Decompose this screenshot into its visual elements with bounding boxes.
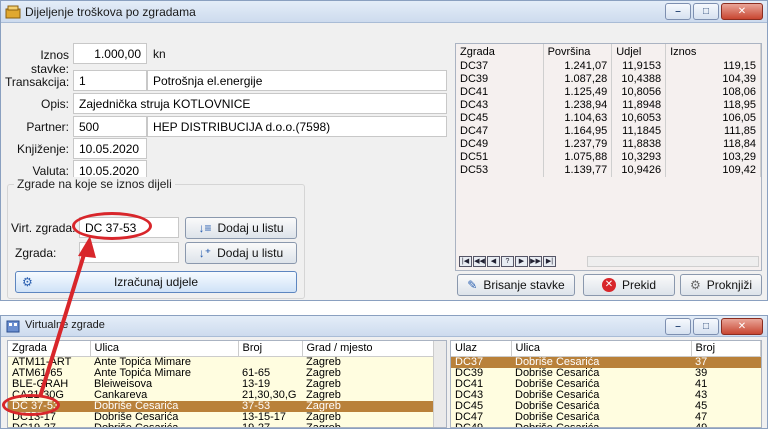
annotation-arrow <box>38 236 96 398</box>
